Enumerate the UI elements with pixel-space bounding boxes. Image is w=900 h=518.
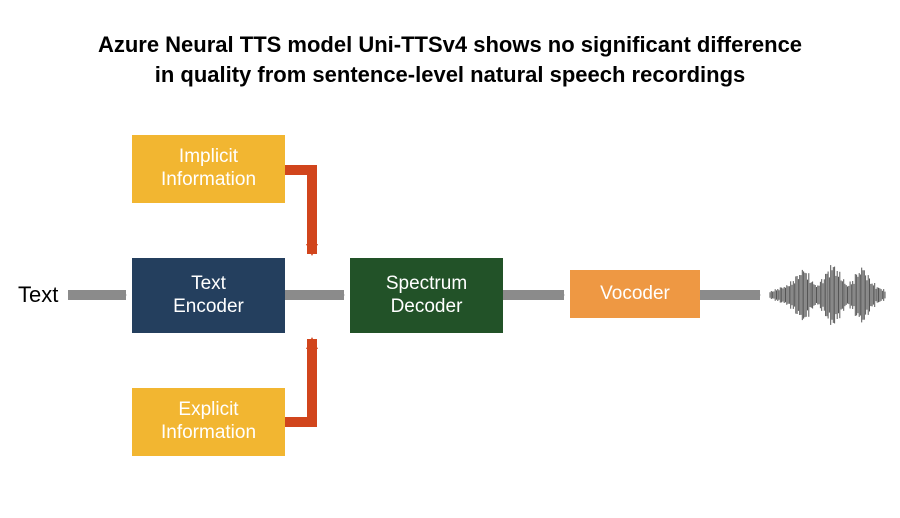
arrows-layer: [0, 0, 900, 518]
arrow-explicit-to-merge: [285, 339, 312, 422]
arrow-implicit-to-merge: [285, 170, 312, 254]
